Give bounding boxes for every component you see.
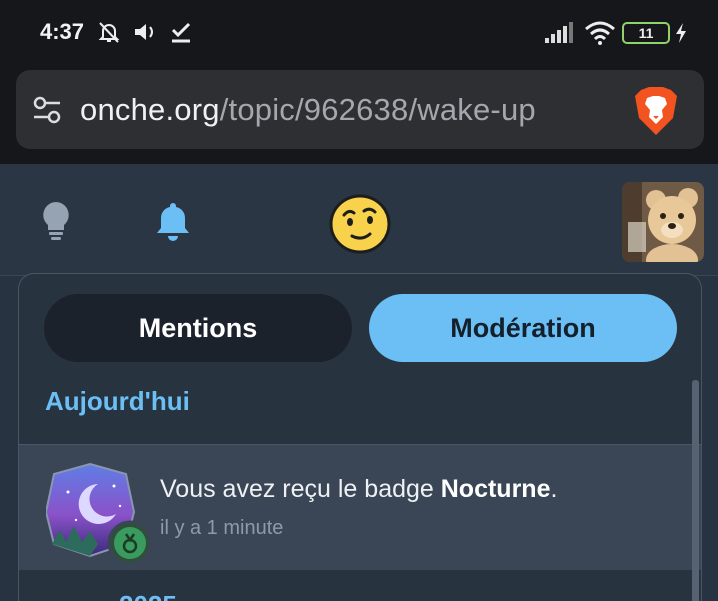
url-host: onche.org [80, 92, 220, 127]
bell-off-icon [98, 22, 120, 43]
status-time: 4:37 [40, 19, 85, 44]
status-bar: 4:37 11 [0, 0, 718, 66]
download-done-icon [171, 22, 191, 43]
tune-icon[interactable] [32, 95, 62, 125]
battery-level: 11 [638, 25, 654, 41]
address-bar[interactable]: onche.org/topic/962638/wake-up [16, 70, 704, 149]
notification-text-after: . [550, 475, 558, 503]
panel-scrollbar[interactable] [692, 380, 699, 601]
nocturne-badge-icon [46, 462, 153, 566]
site-header [0, 164, 718, 276]
charging-icon [676, 23, 686, 43]
teddy-bear-avatar-image [622, 182, 704, 262]
wifi-icon [585, 21, 615, 45]
section-title-next: 2025 [119, 590, 177, 601]
section-title-today: Aujourd'hui [45, 386, 190, 416]
notification-item[interactable]: Vous avez reçu le badge Nocturne. il y a… [19, 444, 701, 570]
battery-icon: 11 [622, 22, 670, 44]
notification-text: Vous avez reçu le badge Nocturne. [160, 475, 557, 504]
notification-badge-name: Nocturne [440, 475, 551, 503]
notifications-panel: Mentions Modération Aujourd'hui Vous ave… [18, 273, 702, 601]
notification-text-before: Vous avez reçu le badge [160, 475, 441, 503]
url-text[interactable]: onche.org/topic/962638/wake-up [80, 92, 536, 128]
notification-time: il y a 1 minute [160, 517, 284, 539]
avatar[interactable] [622, 182, 704, 262]
notification-section-next: 2025 [19, 570, 701, 601]
signal-icon [545, 22, 573, 43]
url-path: /topic/962638/wake-up [219, 92, 536, 127]
tab-moderation[interactable]: Modération [369, 294, 677, 362]
bell-icon[interactable] [153, 200, 193, 242]
browser-toolbar: onche.org/topic/962638/wake-up [0, 66, 718, 164]
tab-mentions[interactable]: Mentions [44, 294, 352, 362]
brave-lion-icon[interactable] [633, 86, 679, 136]
smiley-emoji-icon[interactable] [328, 193, 392, 255]
volume-icon [135, 24, 153, 40]
lightbulb-icon[interactable] [40, 200, 72, 242]
